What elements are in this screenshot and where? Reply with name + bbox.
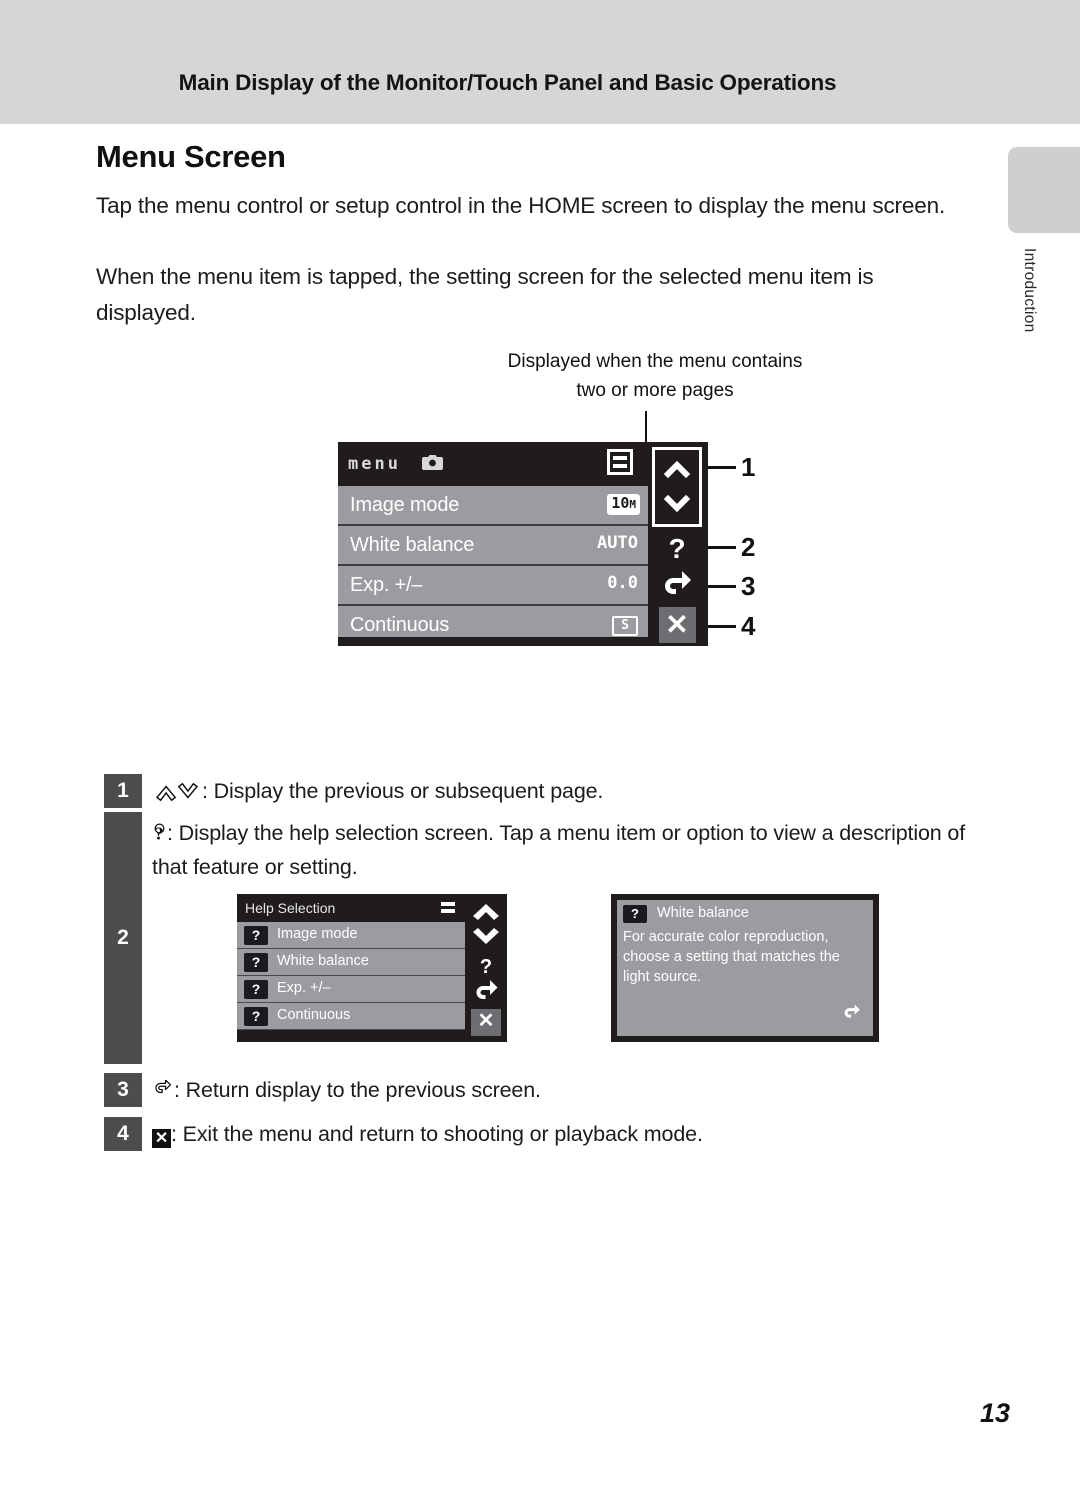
- menu-word-label: menu: [348, 454, 401, 474]
- multi-page-indicator-icon: [607, 449, 633, 475]
- close-x-glyph: ✕: [665, 609, 689, 640]
- camera-menu-list-area: menu Image mode 10M White balance AUTO E…: [338, 442, 648, 646]
- help-selection-control-column: ? ✕: [465, 894, 507, 1042]
- close-x-icon[interactable]: ✕: [652, 606, 702, 644]
- menu-row-value: AUTO: [597, 533, 638, 553]
- chevron-down-icon[interactable]: [655, 486, 699, 524]
- menu-row-exposure[interactable]: Exp. +/– 0.0: [338, 566, 648, 606]
- help-question-icon: ?: [244, 980, 268, 999]
- help-question-icon: ?: [152, 820, 167, 845]
- legend-text-3: : Return display to the previous screen.: [152, 1073, 972, 1107]
- menu-row-label: White balance: [350, 534, 475, 556]
- figure-number-2: 2: [741, 532, 756, 562]
- help-question-icon: ?: [244, 1007, 268, 1026]
- white-balance-help-title: White balance: [657, 905, 749, 921]
- menu-row-value: 10M: [607, 494, 640, 515]
- help-row-white-balance[interactable]: ? White balance: [237, 949, 465, 976]
- white-balance-help-screenshot: ? White balance For accurate color repro…: [611, 894, 879, 1042]
- legend-text-4-body: : Exit the menu and return to shooting o…: [171, 1122, 703, 1146]
- menu-row-image-mode[interactable]: Image mode 10M: [338, 486, 648, 526]
- legend-text-4: ✕: Exit the menu and return to shooting …: [152, 1117, 972, 1151]
- chevron-up-down-icon: [152, 778, 202, 803]
- close-x-glyph: ✕: [477, 1010, 495, 1032]
- page-title: Menu Screen: [96, 139, 286, 174]
- help-row-label: White balance: [277, 953, 369, 969]
- legend-number-1: 1: [104, 774, 142, 808]
- help-selection-rows: ? Image mode ? White balance ? Exp. +/– …: [237, 922, 465, 1030]
- legend-number-4: 4: [104, 1117, 142, 1151]
- chevron-down-icon[interactable]: [465, 924, 507, 954]
- help-row-label: Exp. +/–: [277, 980, 331, 996]
- legend-text-1-body: : Display the previous or subsequent pag…: [202, 779, 604, 803]
- white-balance-help-panel: ? White balance For accurate color repro…: [617, 900, 873, 1036]
- legend-text-2: ? : Display the help selection screen. T…: [152, 816, 977, 884]
- help-selection-title: Help Selection: [245, 900, 336, 916]
- return-arrow-icon[interactable]: [839, 1004, 865, 1032]
- figure-number-3: 3: [741, 571, 756, 601]
- legend-text-3-body: : Return display to the previous screen.: [174, 1078, 541, 1102]
- screen-bottom-bezel: [338, 637, 648, 646]
- legend-text-2-body: : Display the help selection screen. Tap…: [152, 821, 966, 879]
- multi-page-indicator-icon: [441, 902, 455, 914]
- help-question-icon: ?: [623, 905, 647, 923]
- legend-number-2: 2: [104, 812, 142, 1064]
- menu-row-value: 0.0: [607, 573, 638, 593]
- help-row-label: Image mode: [277, 926, 358, 942]
- figure-number-1: 1: [741, 452, 756, 482]
- help-question-icon[interactable]: ?: [465, 952, 507, 982]
- white-balance-help-body: For accurate color reproduction, choose …: [623, 929, 840, 985]
- return-arrow-icon[interactable]: [465, 979, 507, 1009]
- camera-menu-screenshot: menu Image mode 10M White balance AUTO E…: [338, 442, 708, 646]
- running-title: Main Display of the Monitor/Touch Panel …: [178, 70, 837, 95]
- camera-icon: [422, 453, 443, 470]
- camera-menu-titlebar: menu: [338, 442, 648, 486]
- help-question-glyph: ?: [668, 533, 686, 564]
- page-arrows-highlight-box: [652, 447, 702, 527]
- help-row-image-mode[interactable]: ? Image mode: [237, 922, 465, 949]
- help-question-icon: ?: [244, 953, 268, 972]
- chapter-tab-label: Introduction: [1021, 248, 1038, 333]
- menu-row-white-balance[interactable]: White balance AUTO: [338, 526, 648, 566]
- return-arrow-icon[interactable]: [652, 568, 702, 606]
- legend-number-3: 3: [104, 1073, 142, 1107]
- page-header-band: [0, 0, 1080, 124]
- return-arrow-icon: [152, 1077, 174, 1102]
- help-selection-screenshot: Help Selection ? Image mode ? White bala…: [237, 894, 507, 1042]
- help-row-label: Continuous: [277, 1007, 351, 1023]
- close-x-icon: ✕: [152, 1129, 171, 1148]
- figure-number-4: 4: [741, 611, 756, 641]
- chevron-up-icon[interactable]: [655, 449, 699, 487]
- leader-line-4: [708, 625, 736, 628]
- leader-line-2: [708, 546, 736, 549]
- menu-row-label: Continuous: [350, 614, 450, 636]
- screen-bottom-bezel: [237, 1030, 465, 1042]
- leader-line-3: [708, 585, 736, 588]
- menu-row-label: Exp. +/–: [350, 574, 423, 596]
- close-x-icon[interactable]: ✕: [465, 1006, 507, 1036]
- menu-row-value: S: [612, 616, 638, 636]
- help-question-icon: ?: [244, 926, 268, 945]
- camera-menu-control-column: ? ✕: [648, 442, 708, 646]
- figure-callout-text: Displayed when the menu contains two or …: [507, 351, 803, 401]
- manual-page: Main Display of the Monitor/Touch Panel …: [0, 0, 1080, 1486]
- camera-menu-rows: Image mode 10M White balance AUTO Exp. +…: [338, 486, 648, 646]
- chevron-up-icon[interactable]: [465, 896, 507, 926]
- help-row-exposure[interactable]: ? Exp. +/–: [237, 976, 465, 1003]
- menu-row-label: Image mode: [350, 494, 460, 516]
- body-paragraph-2: When the menu item is tapped, the settin…: [96, 264, 874, 325]
- help-question-icon[interactable]: ?: [652, 530, 702, 568]
- body-paragraph-1: Tap the menu control or setup control in…: [96, 193, 946, 218]
- help-selection-list-area: Help Selection ? Image mode ? White bala…: [237, 894, 465, 1042]
- help-row-continuous[interactable]: ? Continuous: [237, 1003, 465, 1030]
- legend-text-1: : Display the previous or subsequent pag…: [152, 774, 972, 808]
- page-number: 13: [980, 1398, 1011, 1428]
- leader-line-1: [708, 466, 736, 469]
- chapter-tab: [1008, 147, 1080, 233]
